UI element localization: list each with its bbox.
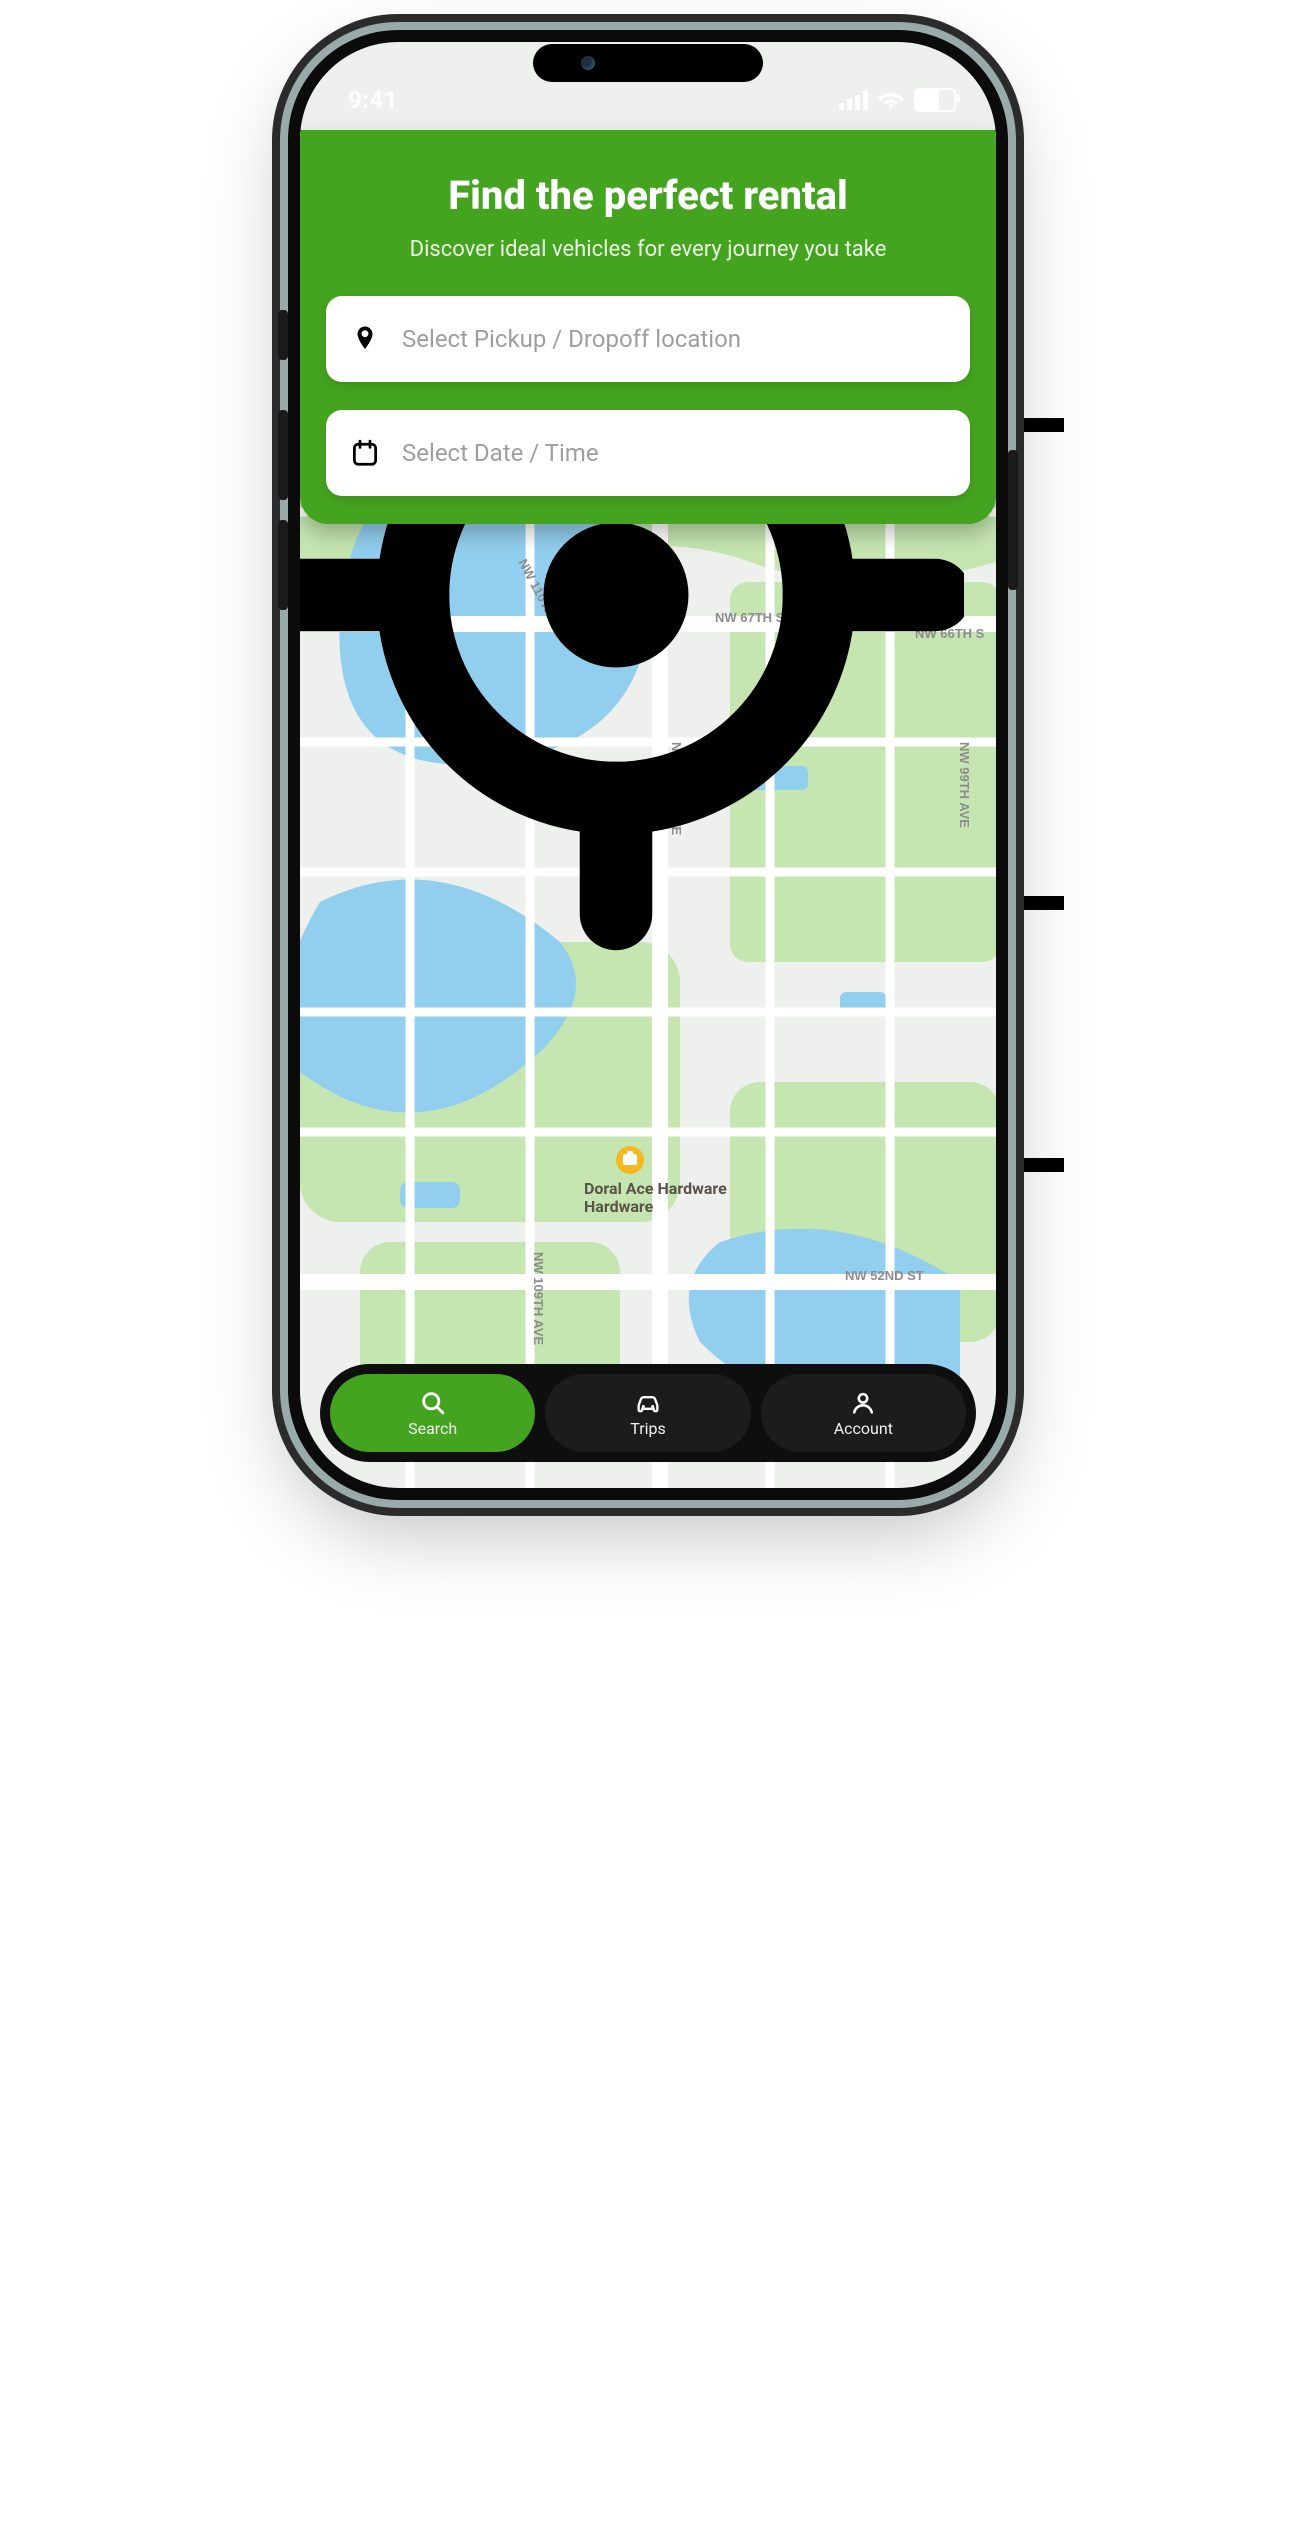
artifact-bar bbox=[1016, 1158, 1064, 1172]
nav-trips[interactable]: Trips bbox=[545, 1374, 750, 1452]
car-icon bbox=[634, 1389, 662, 1417]
artifact-bar bbox=[1016, 896, 1064, 910]
pickup-location-field[interactable]: Select Pickup / Dropoff location bbox=[326, 296, 970, 382]
nav-search-label: Search bbox=[408, 1419, 457, 1438]
artifact-bar bbox=[1016, 418, 1064, 432]
bottom-nav: Search Trips Account bbox=[320, 1364, 976, 1462]
search-icon bbox=[419, 1389, 447, 1417]
pin-icon bbox=[350, 324, 380, 354]
nav-trips-label: Trips bbox=[630, 1419, 666, 1438]
phone-frame: NW 74TH ST N NW 67TH ST NW 66TH S NW 52N… bbox=[288, 30, 1008, 1500]
nav-search[interactable]: Search bbox=[330, 1374, 535, 1452]
battery-icon bbox=[914, 88, 956, 112]
status-time: 9:41 bbox=[348, 86, 398, 114]
header-title: Find the perfect rental bbox=[326, 172, 970, 219]
mute-switch bbox=[278, 310, 288, 360]
search-header-card: Find the perfect rental Discover ideal v… bbox=[300, 130, 996, 524]
calendar-icon bbox=[350, 438, 380, 468]
nav-account-label: Account bbox=[834, 1419, 893, 1438]
pickup-placeholder: Select Pickup / Dropoff location bbox=[402, 325, 741, 353]
volume-down-button bbox=[278, 520, 288, 610]
person-icon bbox=[849, 1389, 877, 1417]
volume-up-button bbox=[278, 410, 288, 500]
notch bbox=[533, 44, 763, 82]
date-placeholder: Select Date / Time bbox=[402, 439, 599, 467]
header-subtitle: Discover ideal vehicles for every journe… bbox=[326, 237, 970, 262]
signal-icon bbox=[839, 90, 868, 110]
screen: NW 74TH ST N NW 67TH ST NW 66TH S NW 52N… bbox=[300, 42, 996, 1488]
power-button bbox=[1008, 450, 1018, 590]
nav-account[interactable]: Account bbox=[761, 1374, 966, 1452]
wifi-icon bbox=[878, 87, 904, 113]
date-time-field[interactable]: Select Date / Time bbox=[326, 410, 970, 496]
